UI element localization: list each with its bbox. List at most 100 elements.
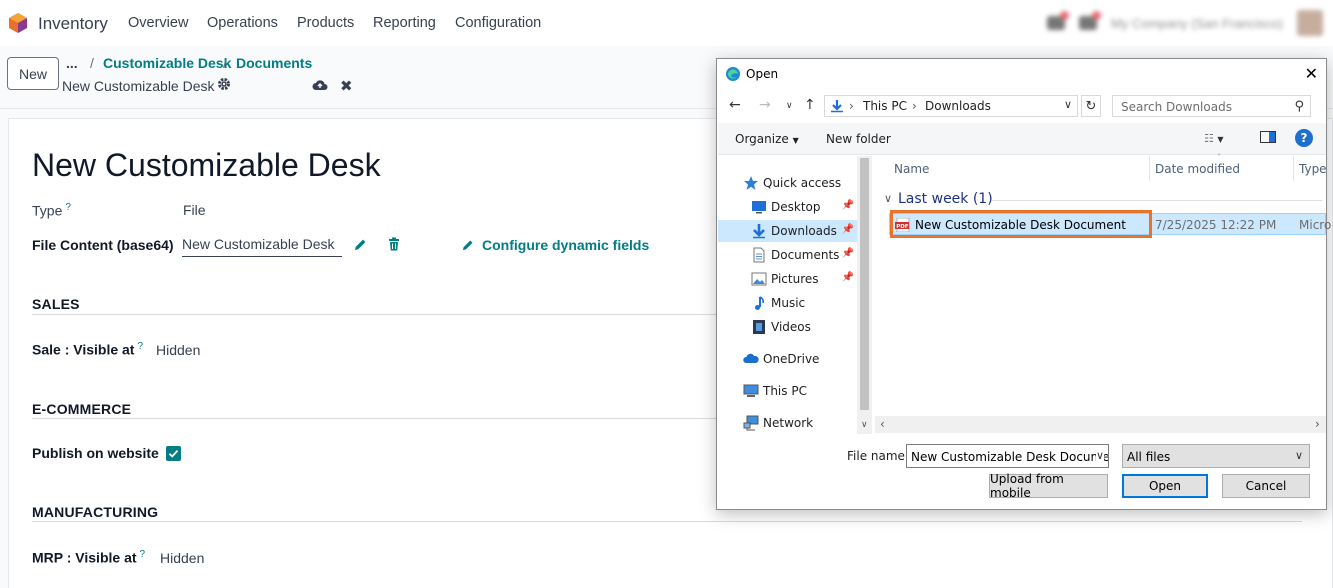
nav-item-pictures[interactable]: Pictures 📌 — [718, 268, 858, 290]
chevron-down-icon[interactable]: ∨ — [1064, 98, 1072, 111]
column-name[interactable]: Name — [894, 162, 929, 176]
file-type-select[interactable]: All files ∨ — [1122, 444, 1310, 468]
systray: My Company (San Francisco) — [1047, 8, 1323, 38]
nav-item-this-pc[interactable]: This PC — [718, 380, 858, 402]
gear-icon[interactable] — [217, 77, 231, 91]
group-divider — [992, 200, 1322, 201]
address-this-pc[interactable]: This PC — [863, 99, 907, 113]
menu-overview[interactable]: Overview — [128, 15, 188, 31]
help-icon[interactable]: ? — [140, 549, 146, 560]
cancel-button[interactable]: Cancel — [1222, 474, 1310, 498]
help-icon[interactable]: ? — [1295, 129, 1313, 147]
scroll-down-icon[interactable]: ∨ — [861, 420, 868, 430]
nav-item-music[interactable]: Music — [718, 292, 858, 314]
file-name-label: File name: — [847, 449, 909, 463]
preview-pane-icon[interactable] — [1260, 131, 1276, 146]
network-icon — [743, 415, 759, 431]
breadcrumb-separator: / — [90, 55, 94, 71]
file-content-label: File Content (base64) — [32, 237, 174, 253]
group-collapse-icon[interactable]: ∨ — [884, 192, 892, 205]
forward-arrow-icon[interactable]: → — [759, 97, 771, 113]
column-date-modified[interactable]: Date modified — [1155, 162, 1240, 176]
company-switcher[interactable]: My Company (San Francisco) — [1111, 16, 1283, 31]
breadcrumb-customizable-desk[interactable]: Customizable Desk — [103, 55, 231, 71]
publish-website-checkbox[interactable] — [166, 446, 181, 461]
menu-reporting[interactable]: Reporting — [373, 15, 436, 31]
form-title[interactable]: New Customizable Desk — [32, 147, 381, 184]
refresh-icon[interactable]: ↻ — [1081, 95, 1101, 117]
sale-visible-value[interactable]: Hidden — [156, 342, 200, 358]
pin-icon: 📌 — [841, 224, 854, 235]
search-input[interactable]: Search Downloads ⚲ — [1112, 95, 1311, 117]
recent-locations-icon[interactable]: ∨ — [786, 101, 793, 111]
nav-item-quick-access[interactable]: Quick access — [718, 172, 858, 194]
pictures-icon — [751, 272, 767, 286]
file-type-value: All files — [1127, 450, 1171, 464]
top-navbar: Inventory Overview Operations Products R… — [0, 0, 1333, 46]
column-separator[interactable] — [1149, 156, 1150, 181]
menu-configuration[interactable]: Configuration — [455, 15, 541, 31]
discard-icon[interactable]: ✖ — [340, 77, 353, 95]
scrollbar-thumb[interactable] — [860, 158, 869, 410]
save-cloud-icon[interactable] — [312, 78, 328, 92]
close-icon[interactable]: ✕ — [1305, 64, 1318, 83]
menu-operations[interactable]: Operations — [207, 15, 278, 31]
back-arrow-icon[interactable]: ← — [729, 97, 741, 113]
column-type[interactable]: Type — [1299, 162, 1327, 176]
cloud-icon — [743, 353, 759, 363]
nav-item-network[interactable]: Network — [718, 412, 858, 434]
nav-item-onedrive[interactable]: OneDrive — [718, 348, 858, 370]
configure-dynamic-fields-link[interactable]: Configure dynamic fields — [482, 237, 649, 253]
navigation-pane: Quick access Desktop 📌 Downloads 📌 Docum… — [718, 156, 873, 434]
help-icon[interactable]: ? — [65, 202, 71, 213]
breadcrumb-documents[interactable]: Documents — [236, 55, 312, 71]
file-name-input[interactable]: New Customizable Desk Documen ∨ — [906, 444, 1109, 468]
upload-from-mobile-button[interactable]: Upload from mobile — [989, 472, 1108, 500]
star-icon — [744, 176, 758, 190]
up-arrow-icon[interactable]: ↑ — [804, 97, 816, 113]
file-name-value: New Customizable Desk Documen — [911, 450, 1109, 464]
scroll-right-icon[interactable]: › — [1315, 417, 1320, 431]
mrp-visible-value[interactable]: Hidden — [160, 550, 204, 566]
sort-indicator-icon: ˅ — [1217, 153, 1221, 162]
edit-pencil-icon[interactable] — [354, 238, 367, 251]
address-bar[interactable]: › This PC › Downloads ∨ — [824, 95, 1078, 117]
menu-products[interactable]: Products — [297, 15, 354, 31]
open-file-dialog: Open ✕ ← → ∨ ↑ › This PC › Downloads ∨ ↻… — [716, 58, 1331, 510]
new-folder-button[interactable]: New folder — [826, 132, 891, 146]
view-options-icon[interactable]: ☷ ▼ — [1204, 132, 1224, 145]
nav-item-documents[interactable]: Documents 📌 — [718, 244, 858, 266]
app-name[interactable]: Inventory — [38, 14, 108, 34]
new-button[interactable]: New — [7, 57, 59, 90]
messaging-icon[interactable] — [1047, 11, 1070, 30]
breadcrumb-separator: / — [223, 55, 227, 71]
activity-icon[interactable] — [1079, 11, 1102, 30]
file-content-field[interactable]: New Customizable Desk — [182, 236, 342, 257]
nav-item-videos[interactable]: Videos — [718, 316, 858, 338]
section-sales-title: SALES — [32, 296, 80, 312]
address-downloads[interactable]: Downloads — [925, 99, 991, 113]
trash-icon[interactable] — [388, 237, 400, 251]
column-separator[interactable] — [1293, 156, 1294, 181]
browser-icon — [726, 67, 740, 81]
breadcrumb-more[interactable]: ... — [66, 55, 78, 71]
record-name: New Customizable Desk — [62, 78, 215, 94]
nav-item-downloads[interactable]: Downloads 📌 — [718, 220, 858, 242]
user-avatar[interactable] — [1297, 10, 1323, 36]
horizontal-scrollbar[interactable] — [875, 416, 1326, 433]
organize-menu[interactable]: Organize ▼ — [735, 132, 799, 146]
dialog-title: Open — [746, 67, 779, 81]
pin-icon: 📌 — [841, 272, 854, 283]
chevron-down-icon[interactable]: ∨ — [1095, 449, 1104, 462]
type-value[interactable]: File — [183, 202, 206, 218]
computer-icon — [743, 384, 759, 397]
nav-item-desktop[interactable]: Desktop 📌 — [718, 196, 858, 218]
help-icon[interactable]: ? — [137, 341, 143, 352]
open-button[interactable]: Open — [1122, 474, 1208, 498]
svg-text:PDF: PDF — [896, 224, 909, 230]
publish-website-label: Publish on website — [32, 445, 159, 461]
inventory-app-icon[interactable] — [8, 12, 28, 34]
group-last-week[interactable]: Last week (1) — [898, 191, 993, 207]
scroll-left-icon[interactable]: ‹ — [880, 417, 885, 431]
search-placeholder: Search Downloads — [1121, 100, 1232, 114]
